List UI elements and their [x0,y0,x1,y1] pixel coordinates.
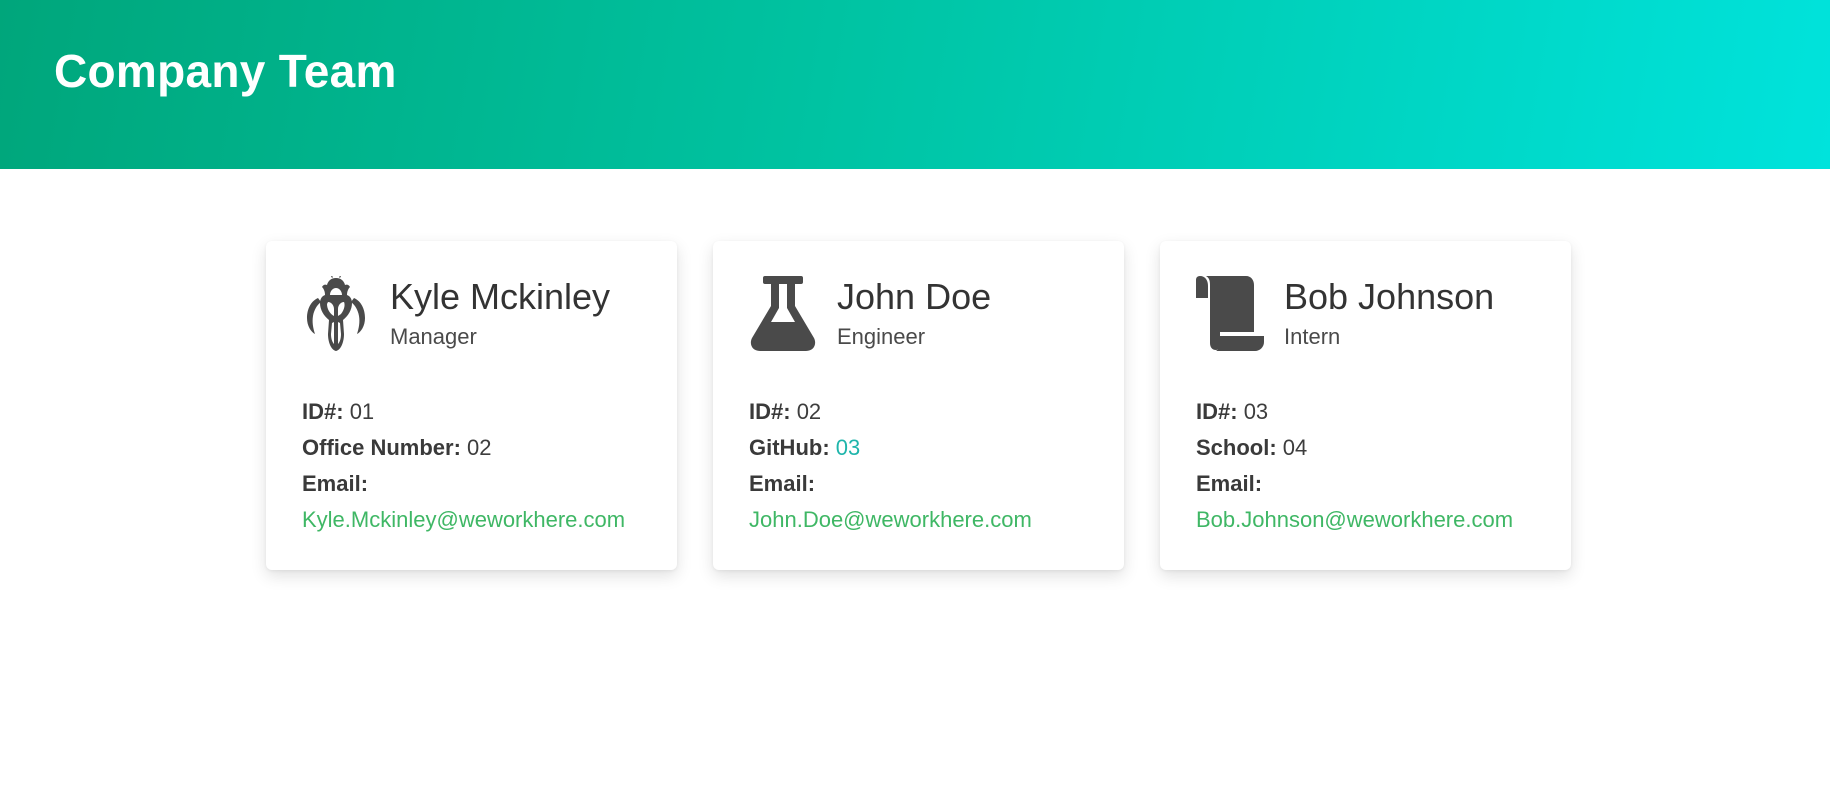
id-row: ID#: 01 [302,394,667,430]
email-row: Email: [749,466,1114,502]
employee-name: Bob Johnson [1284,276,1495,317]
employee-role: Engineer [837,324,926,349]
office-number-row: Office Number: 02 [302,430,667,466]
page-title: Company Team [54,45,397,97]
email-link-row: John.Doe@weworkhere.com [749,502,1114,538]
email-link-row: Bob.Johnson@weworkhere.com [1196,502,1561,538]
card-details: ID#: 03 School: 04 Email: Bob.Johnson@we… [1196,394,1561,538]
employee-card-manager: Kyle Mckinley Manager ID#: 01 Office Num… [266,241,677,570]
email-link[interactable]: Bob.Johnson@weworkhere.com [1196,507,1513,532]
employee-role: Intern [1284,324,1341,349]
school-row: School: 04 [1196,430,1561,466]
school-value: 04 [1282,435,1308,460]
email-row: Email: [302,466,667,502]
github-link[interactable]: 03 [836,435,860,460]
employee-card-engineer: John Doe Engineer ID#: 02 GitHub: 03 Ema… [713,241,1124,570]
email-label: Email: [749,471,816,496]
id-value: 02 [796,399,822,424]
id-label: ID#: [1196,399,1238,424]
mandalorian-icon [302,276,370,352]
email-label: Email: [1196,471,1263,496]
id-label: ID#: [302,399,344,424]
page-header: Company Team [0,0,1830,169]
card-details: ID#: 02 GitHub: 03 Email: John.Doe@wewor… [749,394,1114,538]
email-link-row: Kyle.Mckinley@weworkhere.com [302,502,667,538]
card-header: Kyle Mckinley Manager [302,276,657,352]
card-header: John Doe Engineer [749,276,1104,352]
email-link[interactable]: Kyle.Mckinley@weworkhere.com [302,507,625,532]
employee-name: Kyle Mckinley [390,276,611,317]
id-value: 03 [1243,399,1269,424]
card-header: Bob Johnson Intern [1196,276,1551,352]
id-row: ID#: 03 [1196,394,1561,430]
office-number-label: Office Number: [302,435,461,460]
employee-name: John Doe [837,276,992,317]
id-row: ID#: 02 [749,394,1114,430]
email-label: Email: [302,471,369,496]
office-number-value: 02 [467,435,492,460]
scroll-icon [1196,276,1264,352]
team-cards: Kyle Mckinley Manager ID#: 01 Office Num… [266,241,1571,570]
email-row: Email: [1196,466,1561,502]
school-label: School: [1196,435,1277,460]
id-value: 01 [349,399,375,424]
employee-card-intern: Bob Johnson Intern ID#: 03 School: 04 Em… [1160,241,1571,570]
github-row: GitHub: 03 [749,430,1114,466]
id-label: ID#: [749,399,791,424]
card-details: ID#: 01 Office Number: 02 Email: Kyle.Mc… [302,394,667,538]
email-link[interactable]: John.Doe@weworkhere.com [749,507,1032,532]
employee-role: Manager [390,324,477,349]
github-label: GitHub: [749,435,830,460]
flask-icon [749,276,817,352]
